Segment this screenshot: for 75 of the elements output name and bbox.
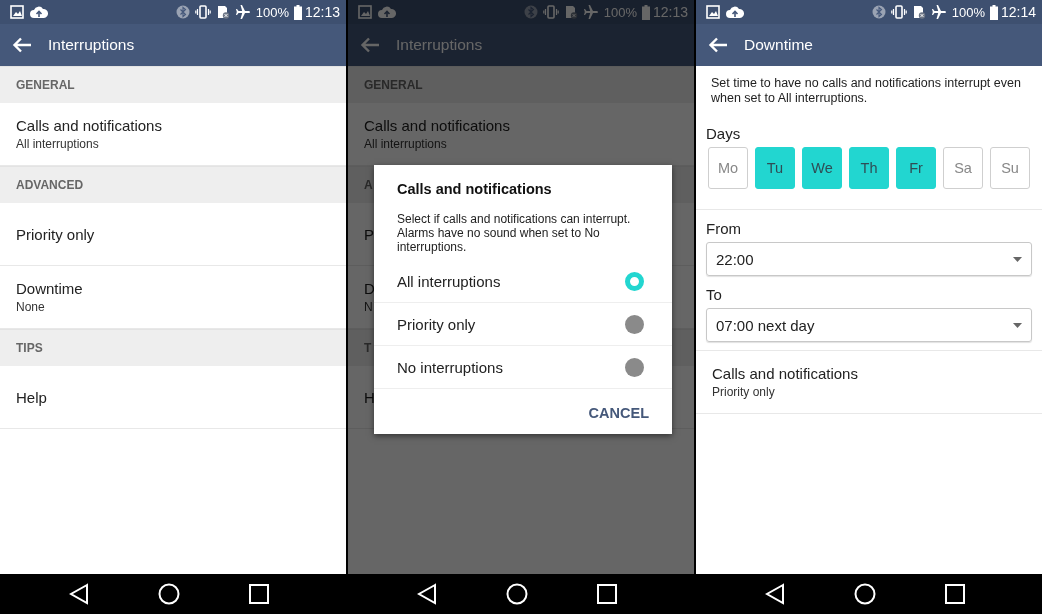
recents-square-icon[interactable] — [249, 584, 269, 604]
radio-option[interactable]: All interruptions — [374, 260, 672, 303]
image-icon — [706, 5, 720, 19]
cloud-upload-icon — [378, 5, 396, 19]
image-icon — [10, 5, 24, 19]
airplane-icon — [930, 4, 947, 20]
day-toggle[interactable]: Sa — [943, 147, 983, 189]
settings-item[interactable]: Calls and notifications Priority only — [696, 351, 1042, 414]
recents-square-icon[interactable] — [597, 584, 617, 604]
battery-percentage: 100% — [255, 4, 289, 20]
back-arrow-icon — [708, 37, 728, 53]
dialog-message: Select if calls and notifications can interrupt. Alarms have no sound when set to No interruptions. — [397, 212, 632, 254]
sd-card-icon — [911, 5, 926, 19]
day-toggle[interactable]: Su — [990, 147, 1030, 189]
day-toggle[interactable]: Fr — [896, 147, 936, 189]
back-button[interactable] — [708, 37, 728, 53]
dialog-title: Calls and notifications — [397, 181, 553, 197]
days-label: Days — [706, 125, 742, 142]
cloud-upload-icon — [30, 5, 48, 19]
settings-item[interactable]: Help — [0, 366, 346, 429]
back-triangle-icon[interactable] — [417, 583, 437, 605]
airplane-icon — [582, 4, 599, 20]
clock-time: 12:13 — [304, 4, 340, 20]
back-triangle-icon[interactable] — [765, 583, 785, 605]
dropdown-caret-icon — [1013, 322, 1022, 328]
battery-percentage: 100% — [603, 4, 637, 20]
cloud-upload-icon — [726, 5, 744, 19]
vibrate-icon — [890, 5, 907, 19]
radio-button[interactable] — [625, 271, 644, 291]
clock-time: 12:13 — [652, 4, 688, 20]
field-label: From — [706, 220, 742, 237]
time-dropdown[interactable]: 22:00 — [706, 242, 1032, 276]
radio-option[interactable]: Priority only — [374, 303, 672, 346]
cancel-button[interactable]: CANCEL — [588, 401, 649, 425]
image-icon — [358, 5, 372, 19]
description-text: Set time to have no calls and notifications interrupt even when set to All interruptions. — [710, 75, 1022, 106]
recents-square-icon[interactable] — [945, 584, 965, 604]
dropdown-caret-icon — [1013, 256, 1022, 262]
section-header: GENERAL — [0, 66, 346, 103]
radio-button[interactable] — [625, 357, 644, 377]
screen-title: Interruptions — [48, 36, 135, 54]
back-button[interactable] — [12, 37, 32, 53]
screen-title: Interruptions — [396, 36, 483, 54]
sd-card-icon — [215, 5, 230, 19]
clock-time: 12:14 — [1000, 4, 1036, 20]
battery-icon — [989, 4, 998, 20]
home-circle-icon[interactable] — [506, 583, 528, 605]
day-toggle[interactable]: We — [802, 147, 842, 189]
battery-percentage: 100% — [951, 4, 985, 20]
vibrate-icon — [194, 5, 211, 19]
radio-button[interactable] — [625, 314, 644, 334]
vibrate-icon — [542, 5, 559, 19]
back-button[interactable] — [360, 37, 380, 53]
day-toggle[interactable]: Th — [849, 147, 889, 189]
screen-title: Downtime — [744, 36, 813, 54]
bluetooth-icon — [871, 5, 886, 19]
home-circle-icon[interactable] — [158, 583, 180, 605]
home-circle-icon[interactable] — [854, 583, 876, 605]
back-triangle-icon[interactable] — [69, 583, 89, 605]
bluetooth-icon — [523, 5, 538, 19]
day-toggle[interactable]: Tu — [755, 147, 795, 189]
section-header: TIPS — [0, 329, 346, 366]
back-arrow-icon — [360, 37, 380, 53]
settings-item[interactable]: Priority only — [0, 203, 346, 266]
bluetooth-icon — [175, 5, 190, 19]
airplane-icon — [234, 4, 251, 20]
sd-card-icon — [563, 5, 578, 19]
section-header: ADVANCED — [0, 166, 346, 203]
field-label: To — [706, 286, 723, 303]
time-dropdown[interactable]: 07:00 next day — [706, 308, 1032, 342]
day-toggle[interactable]: Mo — [708, 147, 748, 189]
battery-icon — [641, 4, 650, 20]
battery-icon — [293, 4, 302, 20]
back-arrow-icon — [12, 37, 32, 53]
radio-option[interactable]: No interruptions — [374, 346, 672, 389]
